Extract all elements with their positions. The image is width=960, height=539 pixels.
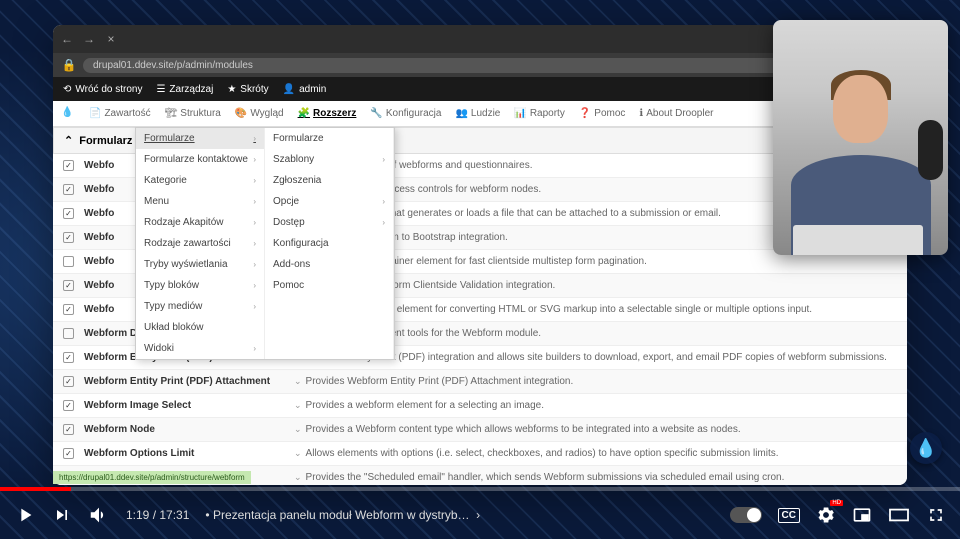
status-link: https://drupal01.ddev.site/p/admin/struc… <box>53 471 251 484</box>
video-controls: 1:19 / 17:31 • Prezentacja panelu moduł … <box>0 491 960 539</box>
chevron-right-icon: › <box>253 155 256 164</box>
menu-reports[interactable]: 📊 Raporty <box>514 108 564 119</box>
dropdown-item[interactable]: Dostęp› <box>265 212 393 233</box>
dropdown-item[interactable]: Formularze <box>265 128 393 149</box>
back-to-site[interactable]: ⟲ Wróć do strony <box>63 84 142 95</box>
chevron-down-icon[interactable]: ⌄ <box>294 424 302 435</box>
fullscreen-button[interactable] <box>926 505 946 525</box>
dropdown-item[interactable]: Typy bloków› <box>136 275 264 296</box>
chevron-down-icon[interactable]: ⌄ <box>294 472 302 483</box>
module-checkbox[interactable] <box>63 232 74 243</box>
dropdown-item[interactable]: Szablony› <box>265 149 393 170</box>
dropdown-item[interactable]: Tryby wyświetlania› <box>136 254 264 275</box>
chevron-right-icon: › <box>253 134 256 143</box>
reload-icon[interactable]: × <box>103 31 119 47</box>
shortcuts-link[interactable]: ★ Skróty <box>227 84 268 95</box>
module-checkbox[interactable] <box>63 280 74 291</box>
menu-content[interactable]: 📄 Zawartość <box>89 108 151 119</box>
menu-appearance[interactable]: 🎨 Wygląd <box>235 108 284 119</box>
module-checkbox[interactable] <box>63 328 74 339</box>
dropdown-item[interactable]: Rodzaje Akapitów› <box>136 212 264 233</box>
volume-button[interactable] <box>88 504 110 526</box>
module-checkbox[interactable] <box>63 184 74 195</box>
dropdown-item[interactable]: Menu› <box>136 191 264 212</box>
module-checkbox[interactable] <box>63 352 74 363</box>
module-row: Webform Node ⌄ Provides a Webform conten… <box>53 418 907 442</box>
module-checkbox[interactable] <box>63 424 74 435</box>
chevron-right-icon: › <box>253 260 256 269</box>
module-row: Webform Entity Print (PDF) Attachment ⌄ … <box>53 370 907 394</box>
menu-help[interactable]: ❓ Pomoc <box>579 108 626 119</box>
hd-badge: HD <box>830 500 843 506</box>
user-link[interactable]: 👤 admin <box>283 84 327 95</box>
menu-extend[interactable]: 🧩 Rozszerz <box>298 108 357 119</box>
chevron-right-icon: › <box>253 197 256 206</box>
dropdown-item[interactable]: Pomoc <box>265 275 393 296</box>
forward-icon[interactable]: → <box>81 31 97 47</box>
cc-button[interactable]: CC <box>778 508 800 523</box>
chevron-right-icon: › <box>253 218 256 227</box>
chevron-right-icon: › <box>253 302 256 311</box>
dropdown-item[interactable]: Formularze kontaktowe› <box>136 149 264 170</box>
module-row: Webform Options Limit ⌄ Allows elements … <box>53 442 907 466</box>
webcam-overlay <box>773 20 948 255</box>
chevron-right-icon: › <box>382 155 385 164</box>
chevron-down-icon[interactable]: ⌄ <box>294 376 302 387</box>
module-name: Webform Entity Print (PDF) Attachment <box>84 376 284 387</box>
chevron-right-icon: › <box>253 176 256 185</box>
autoplay-toggle[interactable] <box>730 507 762 523</box>
module-checkbox[interactable] <box>63 400 74 411</box>
dropdown-item[interactable]: Typy mediów› <box>136 296 264 317</box>
chevron-right-icon: › <box>382 218 385 227</box>
module-row: Webform Image Select ⌄ Provides a webfor… <box>53 394 907 418</box>
module-name: Webform Options Limit <box>84 448 284 459</box>
dropdown-item[interactable]: Opcje› <box>265 191 393 212</box>
next-button[interactable] <box>52 505 72 525</box>
lock-icon: 🔒 <box>61 57 77 73</box>
play-button[interactable] <box>14 504 36 526</box>
module-checkbox[interactable] <box>63 376 74 387</box>
chapter-title[interactable]: • Prezentacja panelu moduł Webform w dys… <box>205 508 480 522</box>
structure-dropdown: Formularze›Formularze kontaktowe›Kategor… <box>135 127 395 360</box>
dropdown-item[interactable]: Widoki› <box>136 338 264 359</box>
chevron-right-icon: › <box>253 239 256 248</box>
settings-button[interactable]: HD <box>816 505 836 525</box>
dropdown-item[interactable]: Zgłoszenia <box>265 170 393 191</box>
module-checkbox[interactable] <box>63 256 74 267</box>
module-desc: ⌄ Provides a webform element for a selec… <box>294 400 544 411</box>
manage-toggle[interactable]: ☰ Zarządzaj <box>156 84 213 95</box>
menu-people[interactable]: 👥 Ludzie <box>455 108 500 119</box>
module-desc: ⌄ Allows elements with options (i.e. sel… <box>294 448 779 459</box>
dropdown-item[interactable]: Rodzaje zawartości› <box>136 233 264 254</box>
menu-about[interactable]: ℹ About Droopler <box>639 108 713 119</box>
chevron-right-icon: › <box>253 344 256 353</box>
module-name: Webform Image Select <box>84 400 284 411</box>
miniplayer-button[interactable] <box>852 505 872 525</box>
module-desc: ⌄ Provides the "Scheduled email" handler… <box>294 472 784 483</box>
module-checkbox[interactable] <box>63 160 74 171</box>
dropdown-item[interactable]: Formularze› <box>136 128 264 149</box>
channel-watermark[interactable]: 💧 <box>910 432 942 464</box>
module-desc: ⌄ Provides Webform Entity Print (PDF) At… <box>294 376 573 387</box>
module-name: Webform Node <box>84 424 284 435</box>
dropdown-item[interactable]: Układ bloków <box>136 317 264 338</box>
module-desc: ⌄ Provides a Webform content type which … <box>294 424 741 435</box>
module-checkbox[interactable] <box>63 304 74 315</box>
back-icon[interactable]: ← <box>59 31 75 47</box>
dropdown-item[interactable]: Kategorie› <box>136 170 264 191</box>
theater-button[interactable] <box>888 506 910 524</box>
chevron-right-icon: › <box>382 197 385 206</box>
drupal-icon: 💧 <box>61 107 75 121</box>
menu-config[interactable]: 🔧 Konfiguracja <box>370 108 441 119</box>
module-checkbox[interactable] <box>63 208 74 219</box>
chevron-down-icon[interactable]: ⌄ <box>294 400 302 411</box>
menu-structure[interactable]: 🏗 Struktura <box>165 108 221 119</box>
chevron-down-icon[interactable]: ⌄ <box>294 448 302 459</box>
module-checkbox[interactable] <box>63 448 74 459</box>
dropdown-item[interactable]: Konfiguracja <box>265 233 393 254</box>
dropdown-item[interactable]: Add-ons <box>265 254 393 275</box>
chevron-down-icon: ⌃ <box>64 134 73 147</box>
time-display: 1:19 / 17:31 <box>126 508 189 522</box>
chevron-right-icon: › <box>253 281 256 290</box>
